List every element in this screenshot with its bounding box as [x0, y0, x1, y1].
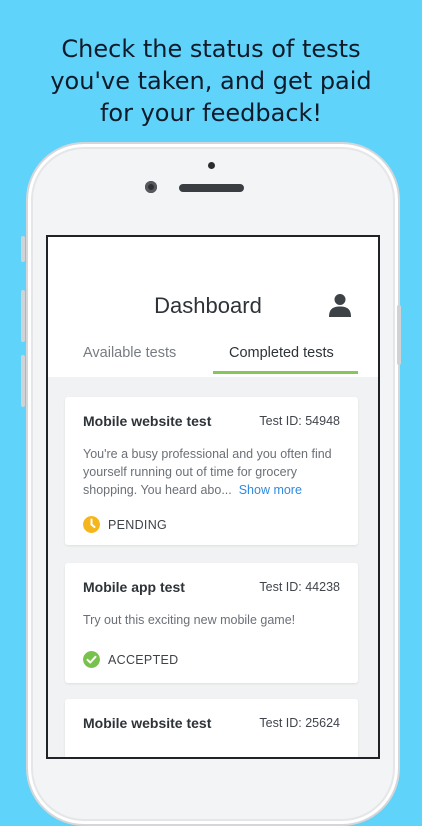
phone-volume-up — [21, 290, 25, 342]
test-card[interactable]: Mobile website test Test ID: 54948 You'r… — [65, 397, 358, 545]
headline-line-3: for your feedback! — [99, 99, 323, 127]
test-description: Try out this exciting new mobile game! — [83, 611, 345, 629]
test-card[interactable]: Mobile website test Test ID: 25624 — [65, 699, 358, 757]
test-id: Test ID: 44238 — [259, 580, 340, 594]
page-title: Dashboard — [154, 293, 262, 318]
status-label: PENDING — [108, 517, 168, 532]
check-circle-icon — [83, 651, 100, 668]
phone-speaker — [179, 184, 244, 192]
test-card[interactable]: Mobile app test Test ID: 44238 Try out t… — [65, 563, 358, 683]
headline-line-1: Check the status of tests — [61, 35, 361, 63]
phone-camera — [145, 181, 157, 193]
test-description: You're a busy professional and you often… — [83, 445, 345, 499]
phone-sensor — [208, 162, 215, 169]
test-title: Mobile website test — [83, 715, 212, 731]
status-label: ACCEPTED — [108, 652, 179, 667]
test-description-text: Try out this exciting new mobile game! — [83, 613, 296, 627]
test-id: Test ID: 25624 — [259, 716, 340, 730]
status-badge: ACCEPTED — [83, 651, 178, 668]
promo-headline: Check the status of tests you've taken, … — [0, 33, 422, 129]
headline-line-2: you've taken, and get paid — [50, 67, 372, 95]
active-tab-indicator — [213, 371, 358, 374]
phone-mute-switch — [21, 236, 25, 262]
phone-volume-down — [21, 355, 25, 407]
clock-icon — [83, 516, 100, 533]
user-profile-icon[interactable] — [329, 293, 351, 317]
tab-completed-tests[interactable]: Completed tests — [229, 345, 334, 361]
tab-available-tests[interactable]: Available tests — [83, 345, 176, 361]
app-header: Dashboard Available tests Completed test… — [48, 237, 378, 377]
test-id: Test ID: 54948 — [259, 414, 340, 428]
phone-screen: Dashboard Available tests Completed test… — [46, 235, 380, 759]
status-badge: PENDING — [83, 516, 167, 533]
test-title: Mobile website test — [83, 413, 212, 429]
test-title: Mobile app test — [83, 579, 185, 595]
show-more-link[interactable]: Show more — [239, 483, 302, 497]
phone-power-button — [397, 305, 401, 365]
